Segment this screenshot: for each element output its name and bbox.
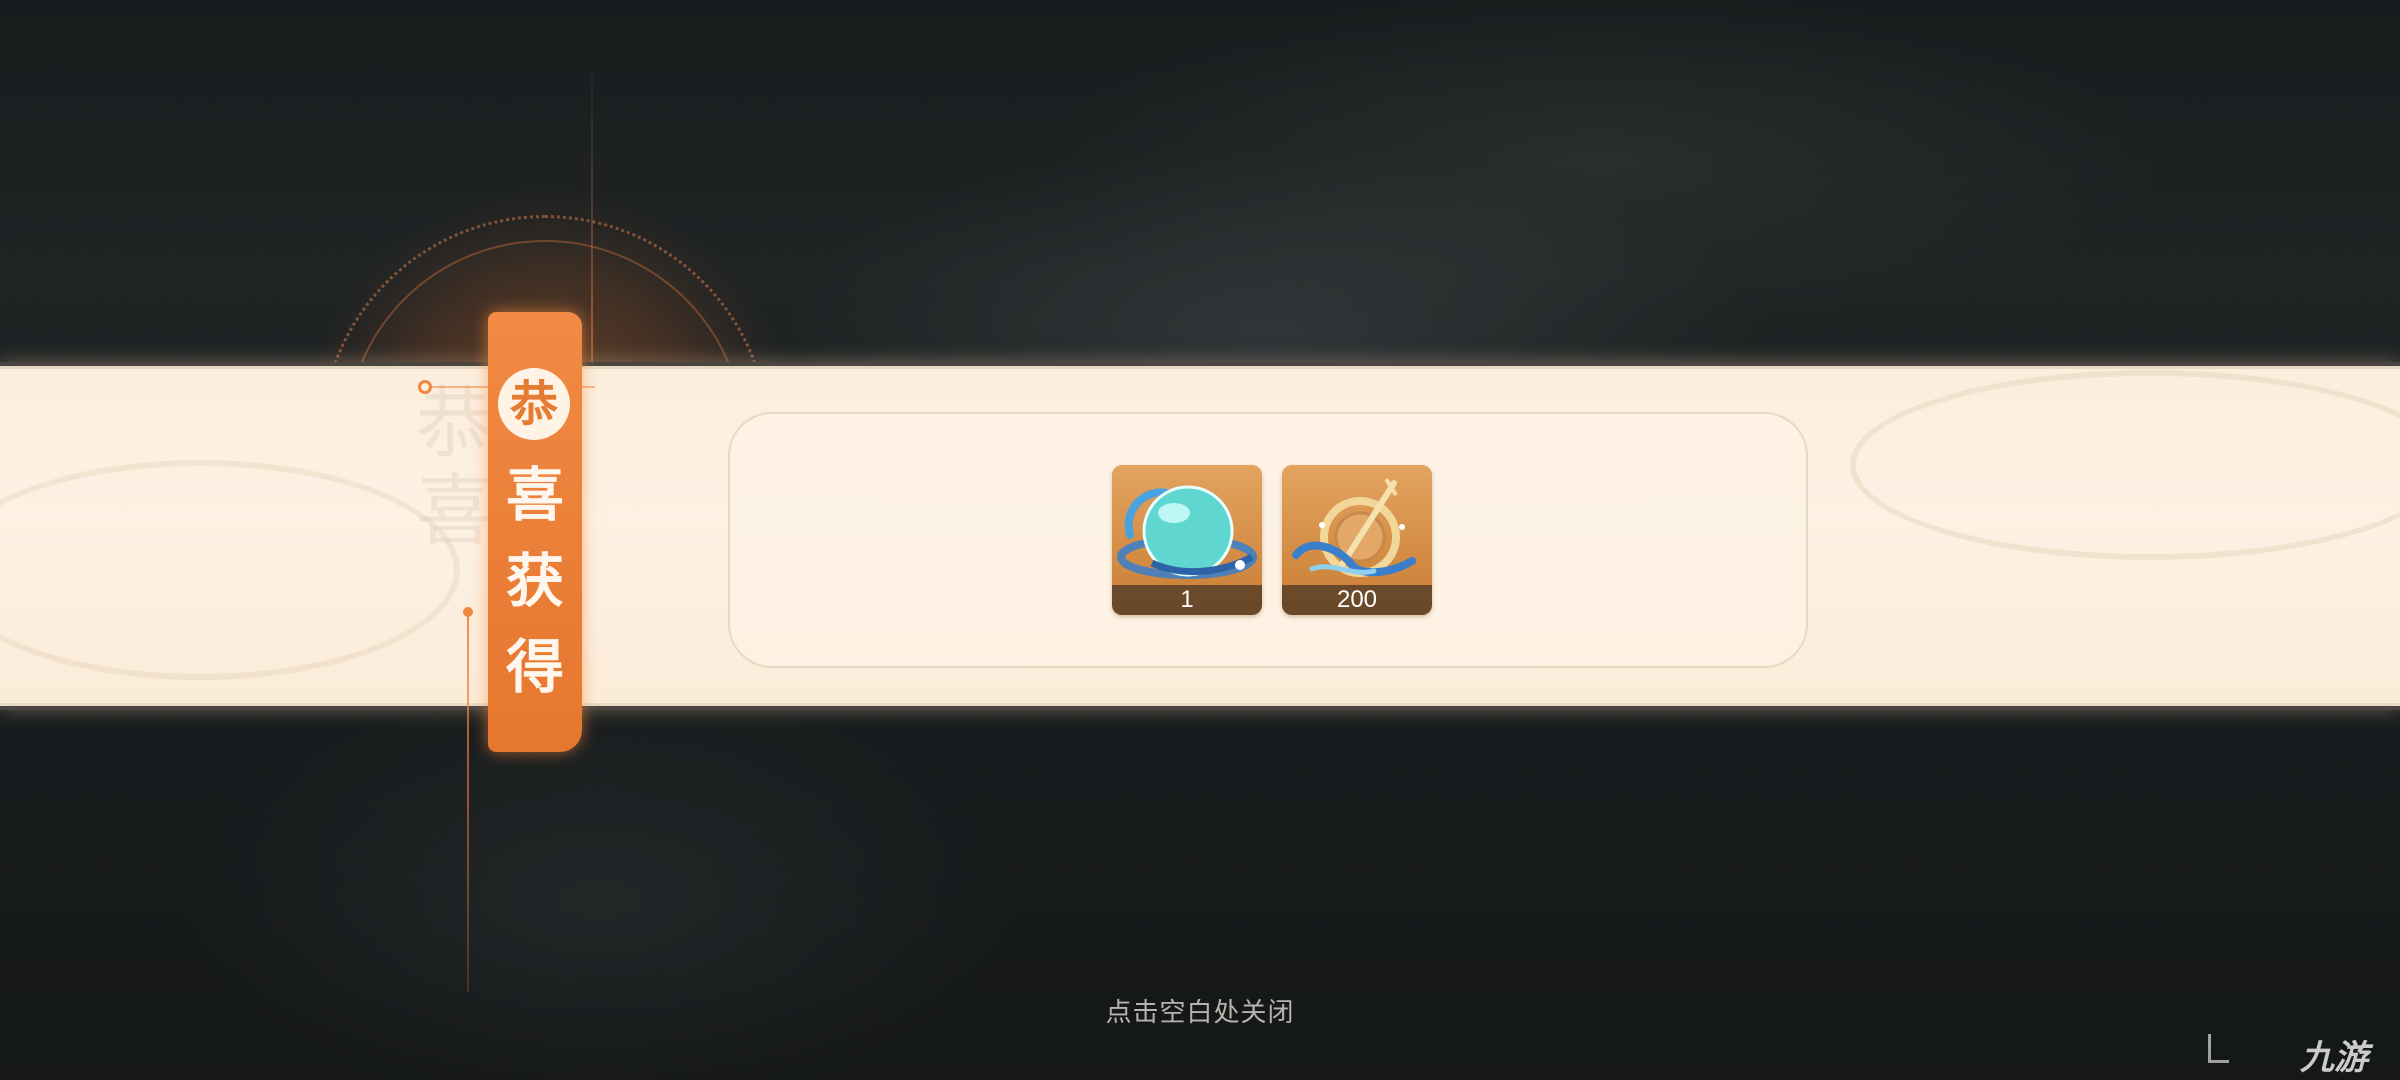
- reward-item-compass[interactable]: 200: [1282, 465, 1432, 615]
- badge-title: 喜 获 得: [488, 452, 582, 710]
- close-hint: 点击空白处关闭: [1105, 997, 1295, 1027]
- watermark: 九游: [2300, 1039, 2368, 1077]
- ghost-title: 恭 喜: [410, 380, 500, 556]
- decor-line-bottom: [467, 612, 469, 992]
- item-count: 1: [1112, 585, 1262, 615]
- badge-char: 喜: [505, 461, 564, 529]
- corner-mark: [2208, 1034, 2229, 1063]
- decor-dot: [418, 380, 432, 394]
- reward-panel: [728, 412, 1808, 668]
- decor-dot-bottom: [463, 607, 473, 617]
- badge-circle-char: 恭: [498, 368, 570, 440]
- item-count: 200: [1282, 585, 1432, 615]
- congrats-badge: 恭 喜 获 得: [488, 312, 582, 752]
- badge-char: 得: [505, 633, 564, 701]
- badge-char: 获: [505, 547, 564, 615]
- ghost-char: 喜: [415, 467, 494, 557]
- reward-item-orb[interactable]: 1: [1112, 465, 1262, 615]
